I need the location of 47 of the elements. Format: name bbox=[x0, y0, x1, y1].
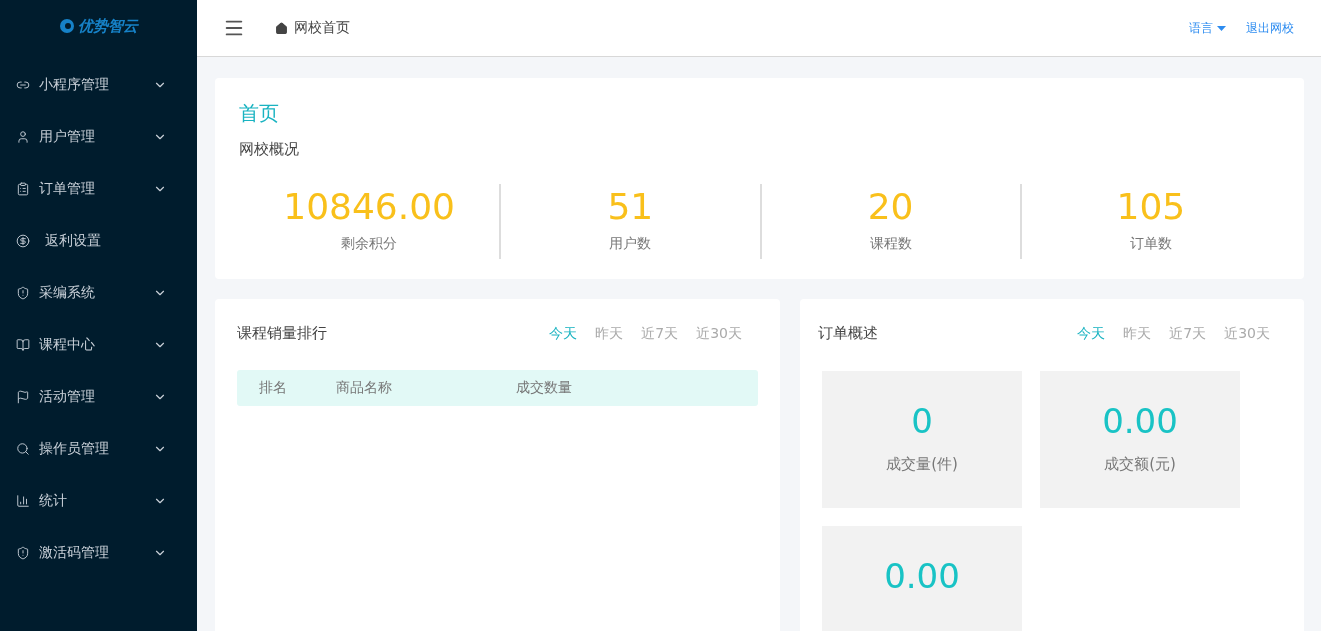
column-header: 成交数量 bbox=[516, 379, 573, 397]
sidebar-menu-item[interactable]: 统计 bbox=[0, 475, 197, 527]
logo-icon bbox=[59, 18, 75, 34]
stat-value: 20 bbox=[867, 186, 914, 227]
coin-icon bbox=[16, 234, 30, 248]
sidebar-menu-item[interactable]: 用户管理 bbox=[0, 111, 197, 163]
card-title: 订单概述 bbox=[818, 324, 879, 343]
home-icon bbox=[275, 21, 288, 35]
stat-label: 用户数 bbox=[609, 235, 652, 253]
stat-value: 105 bbox=[1116, 186, 1186, 227]
flag-icon bbox=[16, 390, 30, 404]
logout-link[interactable]: 退出网校 bbox=[1246, 19, 1294, 37]
bar-chart-icon bbox=[16, 494, 30, 508]
metric-value: 0 bbox=[911, 401, 933, 441]
section-title: 网校概况 bbox=[239, 140, 300, 159]
metric-label: 成交额(元) bbox=[1104, 455, 1176, 474]
breadcrumb[interactable]: 网校首页 bbox=[294, 19, 350, 37]
shield-icon bbox=[16, 546, 30, 560]
link-icon bbox=[16, 78, 30, 92]
sidebar-menu-item[interactable]: 采编系统 bbox=[0, 267, 197, 319]
sidebar-menu-item[interactable]: 返利设置 bbox=[0, 215, 197, 267]
logo-text: 优势智云 bbox=[78, 16, 138, 36]
search-icon bbox=[16, 442, 30, 456]
sidebar-menu-item[interactable]: 操作员管理 bbox=[0, 423, 197, 475]
stat-value: 10846.00 bbox=[283, 186, 455, 227]
sidebar-menu-item[interactable]: 激活码管理 bbox=[0, 527, 197, 579]
page-title: 首页 bbox=[239, 100, 280, 127]
stat-value: 51 bbox=[607, 186, 654, 227]
book-icon bbox=[16, 338, 30, 352]
sidebar-menu-item[interactable]: 活动管理 bbox=[0, 371, 197, 423]
column-header: 排名 bbox=[259, 379, 288, 397]
shield-icon bbox=[16, 286, 30, 300]
stat-label: 剩余积分 bbox=[341, 235, 398, 253]
caret-icon bbox=[1217, 25, 1226, 31]
sidebar-menu-item[interactable]: 小程序管理 bbox=[0, 59, 197, 111]
column-header: 商品名称 bbox=[336, 379, 393, 397]
stat-label: 课程数 bbox=[869, 235, 912, 253]
stat-label: 订单数 bbox=[1129, 235, 1172, 253]
metric-value: 0.00 bbox=[884, 556, 960, 596]
sidebar-menu-item[interactable]: 订单管理 bbox=[0, 163, 197, 215]
card-title: 课程销量排行 bbox=[237, 324, 328, 343]
user-icon bbox=[16, 130, 30, 144]
language-dropdown[interactable]: 语言 bbox=[1189, 19, 1226, 37]
sidebar-menu-item[interactable]: 课程中心 bbox=[0, 319, 197, 371]
clipboard-icon bbox=[16, 182, 30, 196]
metric-value: 0.00 bbox=[1102, 401, 1178, 441]
metric-label: 成交量(件) bbox=[886, 455, 958, 474]
